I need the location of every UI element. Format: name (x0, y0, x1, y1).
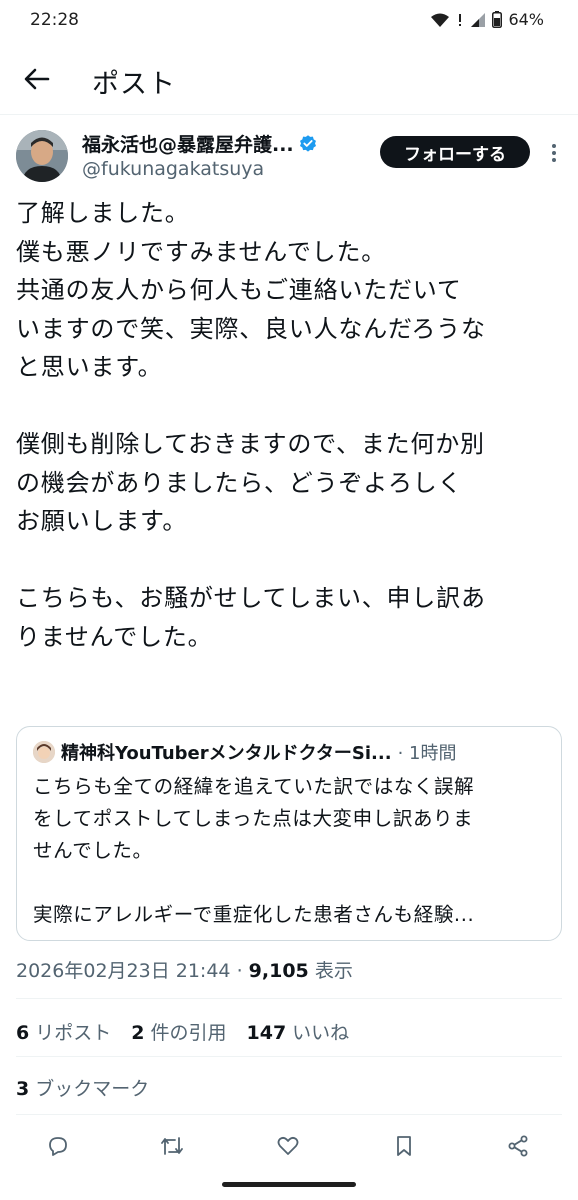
tweet-line: と思います。 (16, 353, 163, 381)
quote-line: こちらも全ての経緯を追えていた訳ではなく誤解 (33, 775, 475, 798)
tweet-line: 僕側も削除しておきますので、また何か別 (16, 430, 485, 458)
quote-avatar-image (33, 741, 55, 763)
tweet-line: りませんでした。 (16, 622, 213, 651)
divider (16, 1114, 562, 1115)
author-handle[interactable]: @fukunagakatsuya (82, 158, 264, 180)
quote-timestamp: · 1時間 (397, 743, 457, 764)
tweet-line: お願いします。 (16, 507, 188, 535)
wifi-icon (431, 13, 450, 27)
gesture-navigation-bar[interactable] (222, 1182, 356, 1187)
view-count: 9,105 (248, 960, 309, 982)
verified-badge-icon (299, 134, 316, 152)
quote-line: せんでした。 (33, 839, 153, 862)
repost-icon[interactable] (158, 1132, 186, 1160)
post-datetime[interactable]: 2026年02月23日 21:44 (16, 960, 231, 982)
tweet-line: の機会がありましたら、どうぞよろしく (16, 468, 463, 497)
tweet-line: いますので笑、実際、良い人なんだろうな (16, 314, 486, 343)
quote-text: こちらも全ての経緯を追えていた訳ではなく誤解 をしてポストしてしまった点は大変申… (33, 771, 549, 931)
follow-button[interactable]: フォローする (380, 136, 530, 168)
author-row: 福永活也@暴露屋弁護... @fukunagakatsuya フォローする (0, 124, 578, 188)
status-time: 22:28 (30, 10, 79, 30)
tweet-line: 僕も悪ノリですみませんでした。 (16, 237, 387, 266)
share-icon[interactable] (504, 1132, 532, 1160)
quoted-post[interactable]: 精神科YouTuberメンタルドクターSi... · 1時間 こちらも全ての経緯… (16, 726, 562, 941)
back-button[interactable] (20, 62, 54, 96)
avatar[interactable] (16, 130, 68, 182)
page-title: ポスト (92, 69, 176, 100)
alarm-icon (459, 13, 462, 26)
arrow-left-icon (24, 68, 50, 90)
app-header: ポスト (0, 44, 578, 115)
signal-icon (471, 12, 486, 27)
avatar-photo (16, 130, 68, 182)
tweet-text: 了解しました。 僕も悪ノリですみませんでした。 共通の友人から何人もご連絡いただ… (16, 194, 564, 656)
meta-separator: · (236, 960, 243, 982)
like-icon[interactable] (274, 1132, 302, 1160)
tweet-line: 共通の友人から何人もご連絡いただいて (16, 276, 462, 304)
divider (16, 998, 562, 999)
reply-icon[interactable] (44, 1132, 72, 1160)
bookmark-stat[interactable]: 3 ブックマーク (16, 1074, 149, 1101)
repost-stat[interactable]: 6 リポスト (16, 1018, 111, 1045)
bookmark-icon[interactable] (390, 1132, 418, 1160)
battery-icon (492, 11, 503, 28)
status-bar: 22:28 64% (0, 0, 578, 44)
author-name[interactable]: 福永活也@暴露屋弁護... (82, 130, 294, 157)
quote-line: 実際にアレルギーで重症化した患者さんも経験... (33, 903, 475, 926)
battery-percent: 64% (508, 10, 544, 29)
more-options-icon[interactable] (544, 138, 564, 168)
quote-line: をしてポストしてしまった点は大変申し訳ありま (33, 807, 474, 830)
action-bar (0, 1126, 578, 1166)
engagement-stats: 6 リポスト 2 件の引用 147 いいね (16, 1018, 349, 1045)
quote-author-name: 精神科YouTuberメンタルドクターSi... (61, 743, 392, 764)
quote-avatar (33, 741, 55, 763)
author-name-row: 福永活也@暴露屋弁護... (82, 130, 318, 157)
like-stat[interactable]: 147 いいね (247, 1018, 350, 1045)
tweet-line: こちらも、お騒がせしてしまい、申し訳あ (16, 584, 486, 612)
view-label: 表示 (314, 960, 353, 982)
quote-header: 精神科YouTuberメンタルドクターSi... · 1時間 (33, 739, 456, 765)
divider (16, 1056, 562, 1057)
tweet-line: 了解しました。 (16, 199, 190, 227)
status-icons: 64% (430, 10, 544, 29)
tweet-meta: 2026年02月23日 21:44 · 9,105 表示 (16, 956, 353, 983)
quote-stat[interactable]: 2 件の引用 (131, 1018, 226, 1045)
